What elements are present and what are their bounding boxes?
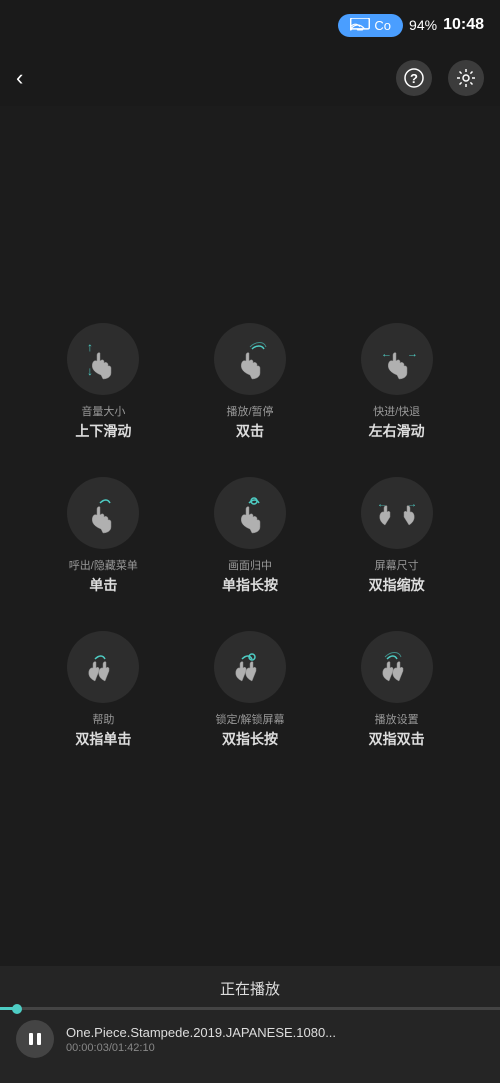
media-time: 00:00:03/01:42:10 xyxy=(66,1042,484,1054)
status-bar: Co 94% 10:48 xyxy=(0,0,500,50)
svg-text:→: → xyxy=(407,499,417,510)
gesture-item-zoom: ← → 屏幕尺寸 双指缩放 xyxy=(323,459,470,613)
media-title: One.Piece.Stampede.2019.JAPANESE.1080... xyxy=(66,1025,484,1040)
progress-bar[interactable] xyxy=(0,1007,500,1010)
two-finger-tap-icon xyxy=(81,645,125,689)
pinch-icon: ← → xyxy=(375,491,419,535)
media-info: One.Piece.Stampede.2019.JAPANESE.1080...… xyxy=(66,1025,484,1054)
gesture-icon-lock xyxy=(214,631,286,703)
gesture-main-label-settings: 双指双击 xyxy=(369,729,425,749)
gesture-small-label-playpause: 播放/暂停 xyxy=(226,405,273,419)
svg-text:←: ← xyxy=(381,348,392,360)
gesture-item-seek: → ← 快进/快退 左右滑动 xyxy=(323,305,470,459)
cast-button[interactable]: Co xyxy=(338,14,403,37)
back-button[interactable]: ‹ xyxy=(16,65,23,91)
time-display: 10:48 xyxy=(443,16,484,34)
gesture-icon-seek: → ← xyxy=(361,323,433,395)
gesture-item-volume: ↑ ↓ 音量大小 上下滑动 xyxy=(30,305,177,459)
gesture-small-label-volume: 音量大小 xyxy=(81,405,125,419)
gesture-item-reset: 画面归中 单指长按 xyxy=(177,459,324,613)
gesture-icon-help xyxy=(67,631,139,703)
gesture-small-label-help: 帮助 xyxy=(92,713,114,727)
gesture-main-label-menu: 单击 xyxy=(89,575,117,595)
svg-text:↑: ↑ xyxy=(87,340,93,354)
double-tap-icon xyxy=(228,337,272,381)
gesture-main-label-lock: 双指长按 xyxy=(222,729,278,749)
gesture-item-menu: 呼出/隐藏菜单 单击 xyxy=(30,459,177,613)
gesture-main-label-zoom: 双指缩放 xyxy=(369,575,425,595)
battery-indicator: 94% xyxy=(409,17,437,33)
gesture-small-label-seek: 快进/快退 xyxy=(373,405,420,419)
gesture-icon-reset xyxy=(214,477,286,549)
svg-text:↓: ↓ xyxy=(87,364,93,378)
progress-dot xyxy=(12,1004,22,1014)
video-area: ↑ ↓ 音量大小 上下滑动 播放/暂停 双击 xyxy=(0,106,500,966)
now-playing-label: 正在播放 xyxy=(0,966,500,1007)
gesture-item-settings: 播放设置 双指双击 xyxy=(323,613,470,767)
gesture-small-label-reset: 画面归中 xyxy=(228,559,272,573)
swipe-horizontal-icon: → ← xyxy=(375,337,419,381)
gesture-icon-menu xyxy=(67,477,139,549)
gesture-small-label-zoom: 屏幕尺寸 xyxy=(375,559,419,573)
long-press-icon xyxy=(228,491,272,535)
gesture-small-label-settings: 播放设置 xyxy=(375,713,419,727)
gesture-item-lock: 锁定/解锁屏幕 双指长按 xyxy=(177,613,324,767)
gesture-item-help: 帮助 双指单击 xyxy=(30,613,177,767)
swipe-vertical-icon: ↑ ↓ xyxy=(81,337,125,381)
svg-text:?: ? xyxy=(410,71,418,86)
gesture-icon-settings xyxy=(361,631,433,703)
settings-button[interactable] xyxy=(448,60,484,96)
gesture-icon-playpause xyxy=(214,323,286,395)
gesture-main-label-help: 双指单击 xyxy=(75,729,131,749)
single-tap-icon xyxy=(81,491,125,535)
pause-icon xyxy=(27,1031,43,1047)
svg-text:→: → xyxy=(407,348,418,360)
gesture-main-label-seek: 左右滑动 xyxy=(369,421,425,441)
media-row: One.Piece.Stampede.2019.JAPANESE.1080...… xyxy=(0,1020,500,1058)
play-pause-button[interactable] xyxy=(16,1020,54,1058)
gesture-main-label-playpause: 双击 xyxy=(236,421,264,441)
cast-icon xyxy=(350,18,370,32)
gesture-main-label-reset: 单指长按 xyxy=(222,575,278,595)
gesture-item-playpause: 播放/暂停 双击 xyxy=(177,305,324,459)
gesture-small-label-menu: 呼出/隐藏菜单 xyxy=(69,559,138,573)
help-button[interactable]: ? xyxy=(396,60,432,96)
gesture-main-label-volume: 上下滑动 xyxy=(75,421,131,441)
gesture-icon-zoom: ← → xyxy=(361,477,433,549)
gear-icon xyxy=(456,68,476,88)
question-icon: ? xyxy=(404,68,424,88)
gesture-small-label-lock: 锁定/解锁屏幕 xyxy=(215,713,284,727)
gesture-grid: ↑ ↓ 音量大小 上下滑动 播放/暂停 双击 xyxy=(30,305,470,768)
gesture-icon-volume: ↑ ↓ xyxy=(67,323,139,395)
cast-label: Co xyxy=(374,18,391,33)
nav-right-actions: ? xyxy=(396,60,484,96)
bottom-bar: 正在播放 One.Piece.Stampede.2019.JAPANESE.10… xyxy=(0,966,500,1083)
two-finger-long-press-icon xyxy=(228,645,272,689)
two-finger-double-tap-icon xyxy=(375,645,419,689)
nav-bar: ‹ ? xyxy=(0,50,500,106)
svg-text:←: ← xyxy=(377,499,387,510)
